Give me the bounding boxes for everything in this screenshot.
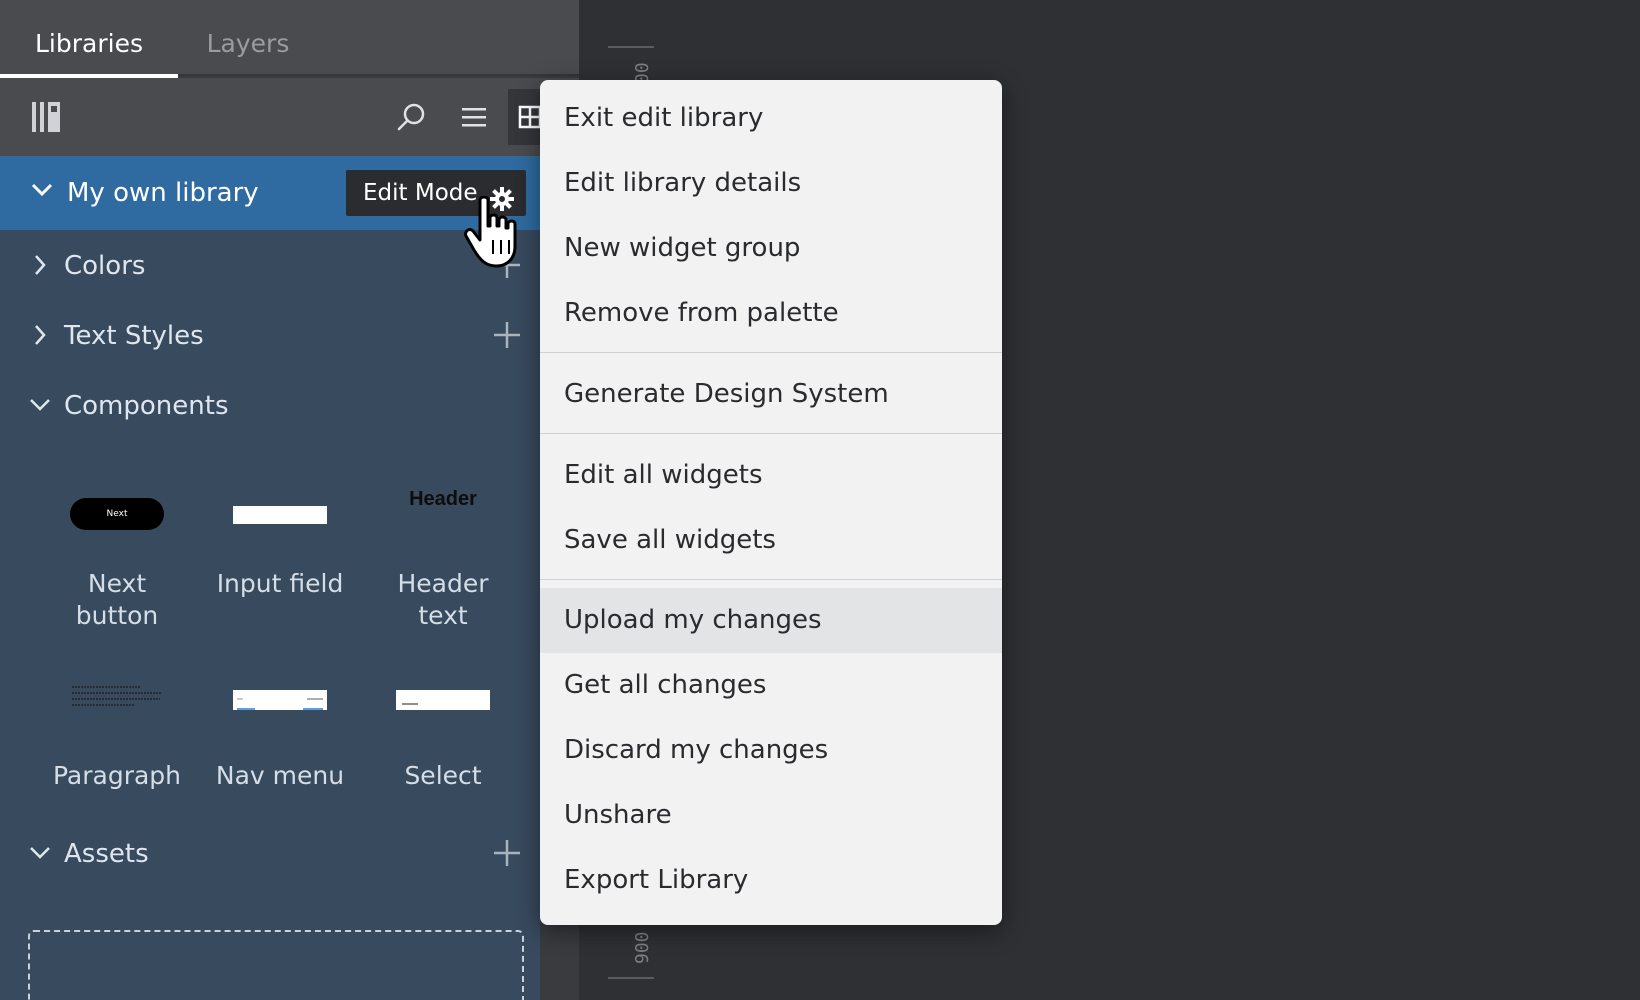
component-caption: button <box>75 601 159 630</box>
component-caption: text <box>418 601 468 630</box>
menu-item-new-widget-group[interactable]: New widget group <box>540 216 1002 281</box>
chevron-right-icon[interactable] <box>28 253 52 284</box>
component-thumbnail: Header <box>368 484 518 544</box>
component-nav-menu[interactable]: Nav menu <box>205 676 355 792</box>
component-select[interactable]: Select <box>368 676 518 792</box>
tab-layers[interactable]: Layers <box>178 0 318 76</box>
paragraph-thumb <box>72 686 162 706</box>
chevron-down-icon[interactable] <box>28 841 52 872</box>
ruler-tick <box>608 46 654 48</box>
menu-item-exit-edit-library[interactable]: Exit edit library <box>540 86 1002 151</box>
section-colors-label[interactable]: Colors <box>64 236 145 296</box>
menu-divider <box>540 352 1002 353</box>
menu-item-discard-my-changes[interactable]: Discard my changes <box>540 718 1002 783</box>
chevron-down-icon[interactable] <box>28 393 52 424</box>
menu-item-generate-design-system[interactable]: Generate Design System <box>540 362 1002 427</box>
select-thumb <box>396 690 490 710</box>
library-toolbar <box>0 78 579 156</box>
tab-libraries[interactable]: Libraries <box>0 0 178 78</box>
header-text-thumb: Header <box>409 488 477 510</box>
component-thumbnail <box>205 676 355 736</box>
component-thumbnail <box>368 676 518 736</box>
library-context-menu: Exit edit library Edit library details N… <box>540 80 1002 925</box>
ruler-label: 900 <box>632 931 653 964</box>
nav-menu-thumb <box>233 690 327 710</box>
list-view-icon[interactable] <box>452 78 496 156</box>
add-asset-plus-icon[interactable] <box>492 838 522 875</box>
menu-item-unshare[interactable]: Unshare <box>540 783 1002 848</box>
component-caption: Next <box>87 569 147 598</box>
component-input-field[interactable]: Input field <box>205 484 355 600</box>
search-icon[interactable] <box>390 78 434 156</box>
menu-divider <box>540 579 1002 580</box>
component-caption: Header <box>397 569 489 598</box>
edit-mode-label: Edit Mode <box>363 180 478 206</box>
component-thumbnail <box>205 484 355 544</box>
asset-dropzone[interactable] <box>28 930 524 1000</box>
section-components: Components <box>0 376 540 436</box>
component-caption: Paragraph <box>52 761 182 790</box>
section-components-label[interactable]: Components <box>64 376 229 436</box>
library-books-icon[interactable] <box>22 78 72 156</box>
component-next-button[interactable]: Next Next button <box>42 484 192 632</box>
next-button-thumb: Next <box>70 498 164 530</box>
hand-pointer-cursor-icon <box>464 195 526 274</box>
chevron-down-icon[interactable] <box>30 178 54 206</box>
menu-item-get-all-changes[interactable]: Get all changes <box>540 653 1002 718</box>
ruler-tick <box>608 977 654 979</box>
component-paragraph[interactable]: Paragraph <box>42 676 192 792</box>
menu-divider <box>540 433 1002 434</box>
menu-item-edit-library-details[interactable]: Edit library details <box>540 151 1002 216</box>
add-text-style-plus-icon[interactable] <box>492 320 522 357</box>
library-content: My own library Edit Mode Colors Text Sty… <box>0 156 540 1000</box>
component-header-text[interactable]: Header Header text <box>368 484 518 632</box>
library-title[interactable]: My own library <box>67 156 259 230</box>
menu-item-edit-all-widgets[interactable]: Edit all widgets <box>540 443 1002 508</box>
section-text-styles: Text Styles <box>0 306 540 366</box>
component-thumbnail <box>42 676 192 736</box>
library-header[interactable]: My own library Edit Mode <box>0 156 540 230</box>
menu-item-upload-my-changes[interactable]: Upload my changes <box>540 588 1002 653</box>
section-assets-label[interactable]: Assets <box>64 824 149 884</box>
panel-tabs: Libraries Layers <box>0 0 579 78</box>
component-caption: Nav menu <box>215 761 345 790</box>
section-text-styles-label[interactable]: Text Styles <box>64 306 204 366</box>
section-assets: Assets <box>0 824 540 884</box>
menu-item-export-library[interactable]: Export Library <box>540 848 1002 913</box>
component-caption: Select <box>404 761 482 790</box>
chevron-right-icon[interactable] <box>28 323 52 354</box>
menu-item-remove-from-palette[interactable]: Remove from palette <box>540 281 1002 346</box>
component-caption: Input field <box>216 569 344 598</box>
section-colors: Colors <box>0 236 540 296</box>
input-field-thumb <box>233 506 327 524</box>
component-thumbnail: Next <box>42 484 192 544</box>
libraries-panel: Libraries Layers My own library Edit Mod… <box>0 0 579 1000</box>
menu-item-save-all-widgets[interactable]: Save all widgets <box>540 508 1002 573</box>
